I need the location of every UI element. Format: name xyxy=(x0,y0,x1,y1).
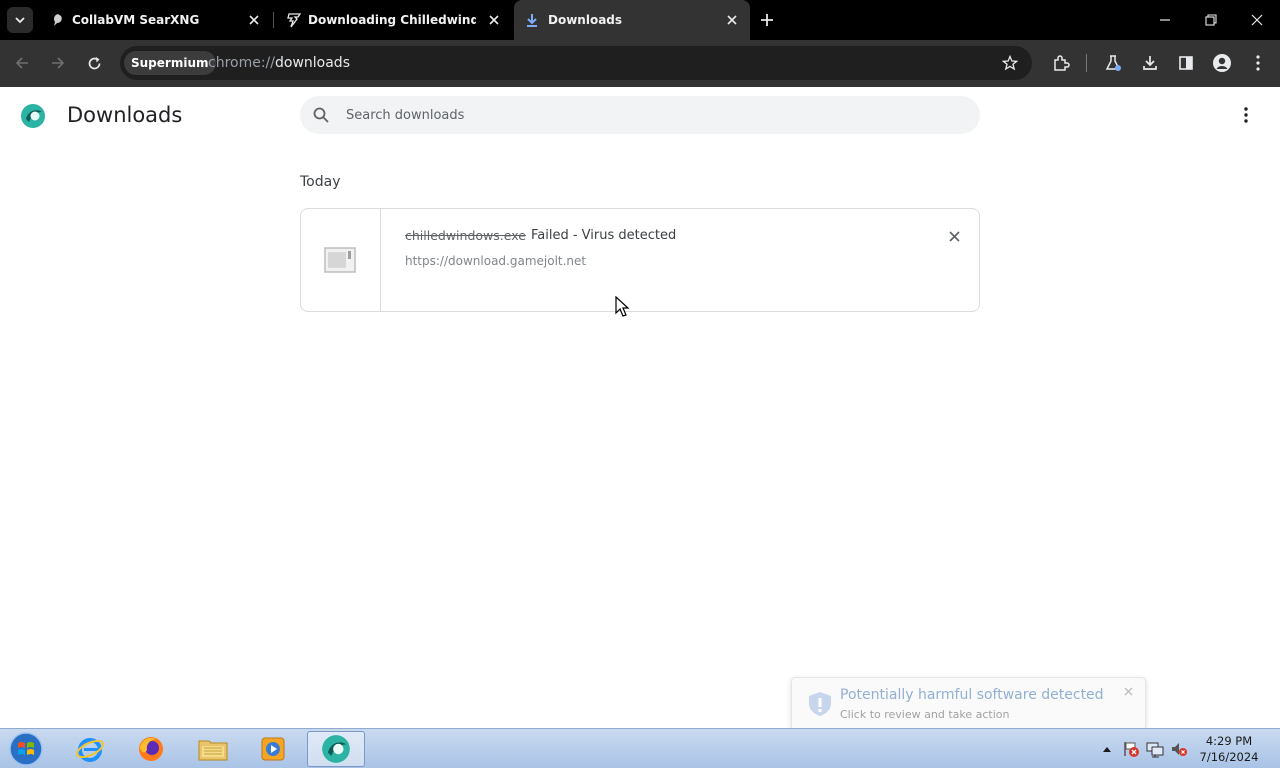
tab-strip: CollabVM SearXNG Downloading Chilledwind… xyxy=(0,0,1280,40)
chevron-down-icon xyxy=(15,17,25,24)
tab-title: CollabVM SearXNG xyxy=(72,13,200,27)
close-icon xyxy=(948,230,960,242)
close-tab-icon[interactable] xyxy=(246,12,262,28)
remove-download-button[interactable] xyxy=(945,227,963,245)
back-button[interactable] xyxy=(11,52,33,74)
close-icon xyxy=(1251,14,1263,26)
collabvm-icon xyxy=(50,12,66,28)
url-text[interactable]: chrome://downloads xyxy=(208,55,350,71)
restore-button[interactable] xyxy=(1201,10,1221,30)
supermium-logo-icon xyxy=(21,104,45,128)
download-file-name[interactable]: chilledwindows.exe xyxy=(405,228,526,243)
new-tab-button[interactable] xyxy=(757,10,777,30)
date-header: Today xyxy=(300,174,341,190)
toolbar-divider xyxy=(1086,54,1087,72)
volume-muted-icon[interactable] xyxy=(1170,740,1188,758)
labs-flask-icon[interactable] xyxy=(1102,52,1124,74)
close-window-button[interactable] xyxy=(1247,10,1267,30)
media-player-icon xyxy=(261,737,285,761)
tab-search-button[interactable] xyxy=(7,7,33,33)
close-tab-icon[interactable] xyxy=(724,12,740,28)
chevron-up-icon xyxy=(1103,747,1111,752)
reload-button[interactable] xyxy=(83,52,105,74)
notification-close-icon[interactable] xyxy=(1121,684,1135,698)
download-status: Failed - Virus detected xyxy=(531,228,677,243)
supermium-icon xyxy=(322,735,350,763)
clock-time: 4:29 PM xyxy=(1205,734,1253,748)
tab-separator xyxy=(273,12,274,28)
tab-collabvm-searxng[interactable]: CollabVM SearXNG xyxy=(40,0,272,40)
profile-avatar-icon[interactable] xyxy=(1211,52,1233,74)
start-button-icon[interactable] xyxy=(6,731,46,767)
file-icon-column xyxy=(301,209,381,311)
gamejolt-icon xyxy=(286,12,302,28)
more-vert-icon xyxy=(1244,107,1248,123)
firefox-icon xyxy=(139,737,163,761)
bookmark-star-icon[interactable] xyxy=(1000,53,1020,73)
restore-icon xyxy=(1205,14,1217,26)
url-scheme: chrome:// xyxy=(208,55,275,71)
tab-title: Downloading Chilledwindows.exe xyxy=(308,13,476,27)
taskbar-supermium[interactable] xyxy=(307,731,365,767)
tab-downloading-chilledwindows[interactable]: Downloading Chilledwindows.exe xyxy=(276,0,510,40)
side-panel-icon[interactable] xyxy=(1175,52,1197,74)
address-bar[interactable]: Supermium chrome://downloads xyxy=(120,46,1032,80)
search-box[interactable] xyxy=(300,96,980,134)
clock-date: 7/16/2024 xyxy=(1199,750,1259,764)
download-item: chilledwindows.exe Failed - Virus detect… xyxy=(300,208,980,312)
browser-menu-icon[interactable] xyxy=(1247,52,1269,74)
extensions-icon[interactable] xyxy=(1050,52,1072,74)
action-center-flag-icon[interactable] xyxy=(1122,740,1140,758)
taskbar-firefox[interactable] xyxy=(122,731,180,767)
notification-title: Potentially harmful software detected xyxy=(840,687,1104,703)
search-icon xyxy=(313,107,329,123)
notification-subtitle: Click to review and take action xyxy=(840,708,1010,721)
taskbar-clock[interactable]: 4:29 PM 7/16/2024 xyxy=(1196,733,1262,765)
browser-toolbar: Supermium chrome://downloads xyxy=(0,40,1280,87)
arrow-right-icon xyxy=(52,57,65,69)
minimize-button[interactable] xyxy=(1155,10,1175,30)
warning-shield-icon xyxy=(809,692,831,716)
windows-taskbar: 4:29 PM 7/16/2024 xyxy=(0,728,1280,768)
download-source-url[interactable]: https://download.gamejolt.net xyxy=(405,254,586,268)
tab-downloads[interactable]: Downloads xyxy=(514,0,750,40)
downloads-toolbar-icon[interactable] xyxy=(1139,52,1161,74)
downloads-page: Downloads Today chilledwindows.exe Faile… xyxy=(0,87,1280,728)
harmful-software-notification[interactable]: Potentially harmful software detected Cl… xyxy=(791,677,1146,730)
more-actions-button[interactable] xyxy=(1236,105,1256,125)
tab-title: Downloads xyxy=(548,13,623,27)
mouse-cursor-icon xyxy=(615,296,630,317)
minimize-icon xyxy=(1160,19,1170,21)
plus-icon xyxy=(761,14,773,26)
close-tab-icon[interactable] xyxy=(486,12,502,28)
download-icon xyxy=(524,12,540,28)
page-title: Downloads xyxy=(67,103,183,127)
taskbar-file-explorer[interactable] xyxy=(184,731,242,767)
file-icon xyxy=(324,247,356,273)
file-explorer-icon xyxy=(198,740,228,761)
url-path: downloads xyxy=(275,55,350,71)
network-icon[interactable] xyxy=(1146,740,1164,758)
site-chip[interactable]: Supermium xyxy=(124,51,216,75)
show-hidden-icons-button[interactable] xyxy=(1098,740,1116,758)
forward-button[interactable] xyxy=(47,52,69,74)
internet-explorer-icon xyxy=(76,738,104,762)
arrow-left-icon xyxy=(15,57,28,69)
taskbar-media-player[interactable] xyxy=(244,731,302,767)
taskbar-internet-explorer[interactable] xyxy=(61,731,119,767)
search-input[interactable] xyxy=(346,105,946,125)
reload-icon xyxy=(88,56,100,69)
